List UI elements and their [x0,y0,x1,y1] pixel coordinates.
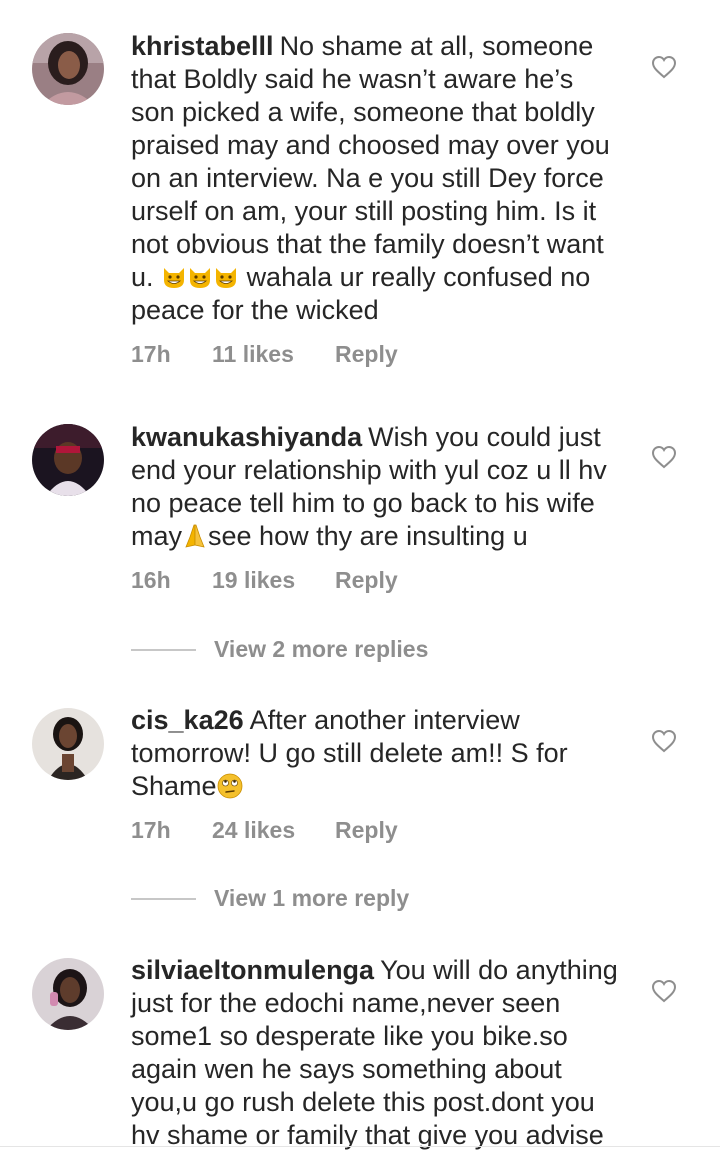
heart-outline-icon[interactable] [651,55,677,79]
reply-button[interactable]: Reply [335,339,398,369]
comment-time: 17h [131,341,171,367]
likes-count[interactable]: 19 likes [212,565,295,595]
avatar[interactable] [32,958,104,1030]
avatar[interactable] [32,424,104,496]
grinning-cat-emoji [190,268,211,288]
heart-outline-icon[interactable] [651,729,677,753]
divider-line [131,898,196,900]
avatar[interactable] [32,708,104,780]
view-more-label[interactable]: View 1 more reply [214,883,409,913]
username[interactable]: silviaeltonmulenga [131,955,374,985]
avatar[interactable] [32,33,104,105]
username[interactable]: cis_ka26 [131,705,244,735]
likes-count[interactable]: 11 likes [212,339,294,369]
comment-text: silviaeltonmulenga You will do anything j… [131,955,618,1150]
heart-outline-icon[interactable] [651,445,677,469]
view-more-replies[interactable]: View 1 more reply [131,883,531,913]
grinning-cat-emoji [164,268,185,288]
folded-hands-emoji [185,524,205,548]
comment-time: 16h [131,567,171,593]
heart-outline-icon[interactable] [651,979,677,1003]
eye-roll-emoji [217,773,242,799]
view-more-replies[interactable]: View 2 more replies [131,634,531,664]
comment-text: cis_ka26 After another interview tomorrow… [131,705,568,801]
bottom-divider [0,1146,720,1147]
divider-line [131,649,196,651]
username[interactable]: khristabelll [131,31,274,61]
comment-text: khristabelll No shame at all, someone tha… [131,31,610,325]
comment-text: kwanukashiyanda Wish you could just end y… [131,422,607,551]
username[interactable]: kwanukashiyanda [131,422,362,452]
reply-button[interactable]: Reply [335,815,398,845]
likes-count[interactable]: 24 likes [212,815,295,845]
grinning-cat-emoji [216,268,237,288]
view-more-label[interactable]: View 2 more replies [214,634,428,664]
comment-time: 17h [131,817,171,843]
reply-button[interactable]: Reply [335,565,398,595]
